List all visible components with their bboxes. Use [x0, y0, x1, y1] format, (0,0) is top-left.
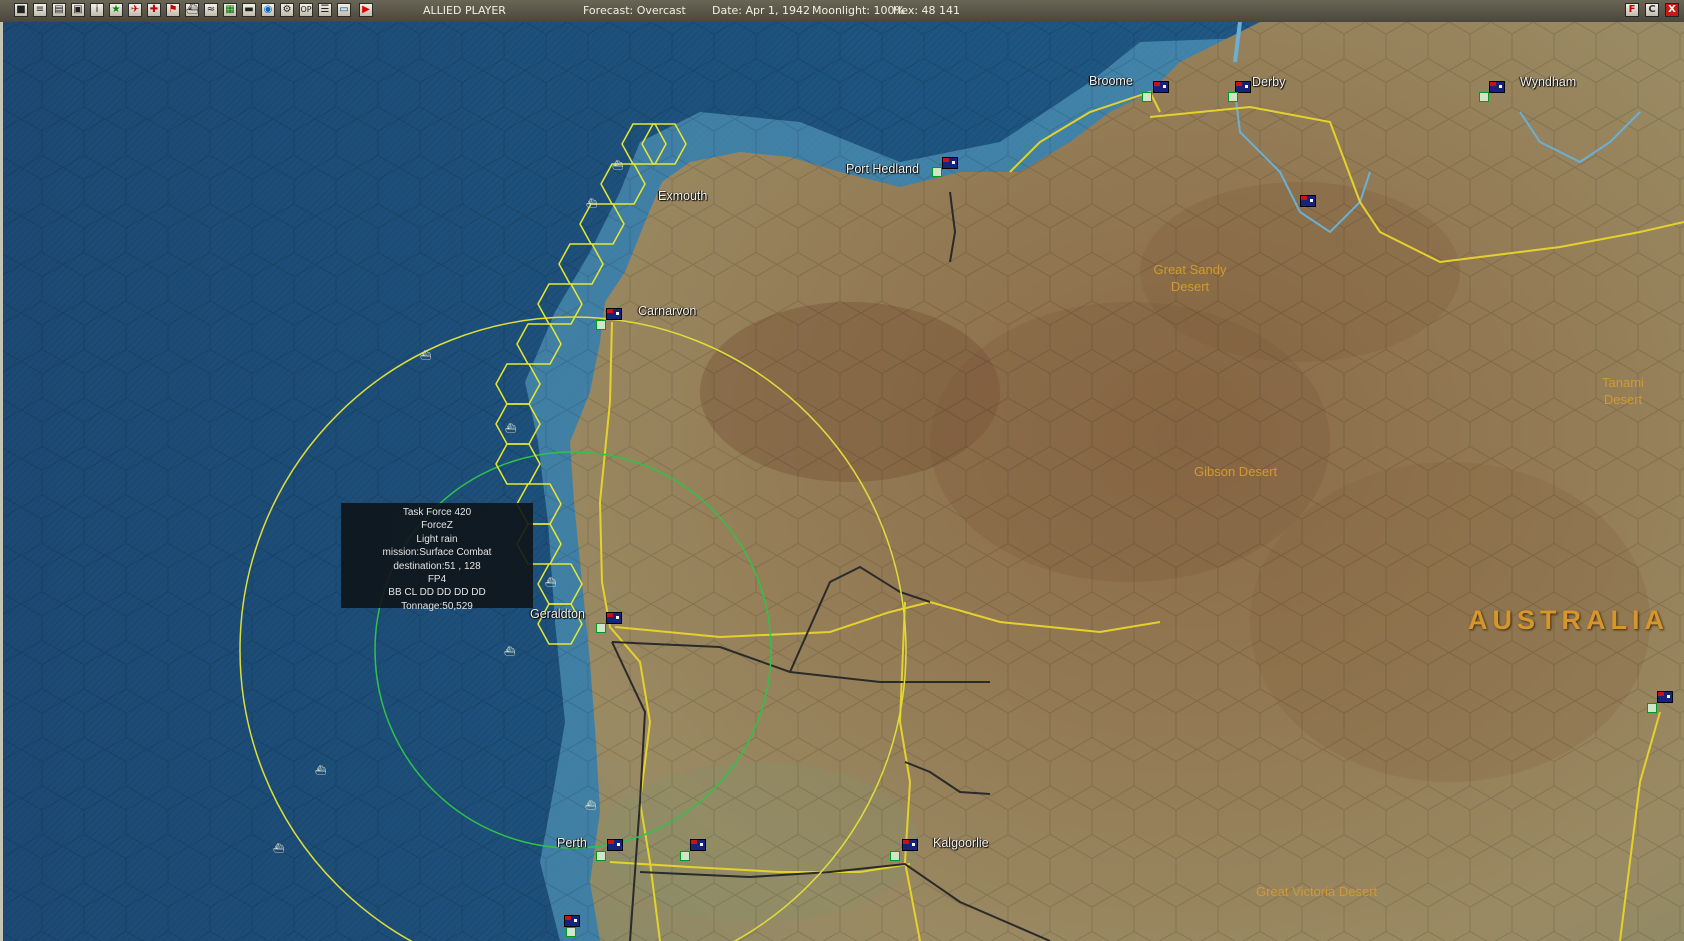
ship-icon[interactable]: ⛴ [315, 767, 326, 776]
city-kalgoorlie[interactable]: Kalgoorlie [933, 836, 989, 850]
base-flag-icon[interactable] [1489, 81, 1505, 93]
base-flag-icon[interactable] [902, 839, 918, 851]
airfield-icon[interactable] [596, 320, 606, 330]
tf-fp: FP4 [427, 573, 447, 585]
city-geraldton[interactable]: Geraldton [530, 607, 585, 621]
region-great-victoria-desert: Great Victoria Desert [1256, 884, 1378, 899]
airfield-icon[interactable] [890, 851, 900, 861]
tf-tonnage: Tonnage:50,529 [401, 600, 473, 612]
airfield-icon[interactable] [596, 623, 606, 633]
end-turn-icon[interactable]: ▶ [359, 3, 373, 17]
city-broome[interactable]: Broome [1089, 74, 1133, 88]
city-perth[interactable]: Perth [557, 836, 587, 850]
ship-icon[interactable]: ⛴ [505, 425, 516, 434]
airfield-icon[interactable] [680, 851, 690, 861]
ship-icon[interactable]: ⛴ [586, 200, 597, 209]
ship-icon[interactable]: ⛴ [273, 845, 284, 854]
city-port-hedland[interactable]: Port Hedland [846, 162, 919, 176]
airfield-icon[interactable] [596, 851, 606, 861]
settings-icon[interactable]: ◉ [261, 3, 275, 17]
airfield-icon[interactable] [566, 927, 576, 937]
base-flag-icon[interactable] [606, 308, 622, 320]
city-carnarvon[interactable]: Carnarvon [638, 304, 696, 318]
base-flag-icon[interactable] [1657, 691, 1673, 703]
globe-icon[interactable]: ▬ [242, 3, 256, 17]
hex-label: Hex: 48 141 [893, 4, 961, 17]
tf-name: ForceZ [421, 520, 453, 532]
ship-icon[interactable]: ⛴ [185, 3, 199, 17]
screen-icon[interactable]: ▭ [337, 3, 351, 17]
tf-mission: mission:Surface Combat [382, 547, 492, 559]
tf-ships: BB CL DD DD DD DD [388, 587, 486, 599]
forecast-label: Forecast: Overcast [583, 4, 686, 17]
ship-icon[interactable]: ⛴ [585, 802, 596, 811]
airfield-icon[interactable] [1228, 92, 1238, 102]
region-great-sandy-desert: Great Sandy Desert [1153, 262, 1227, 294]
info-icon[interactable]: i [90, 3, 104, 17]
tf-weather: Light rain [416, 533, 458, 545]
left-frame-edge [0, 22, 3, 941]
save-icon[interactable]: ■ [14, 3, 28, 17]
task-force-info-panel: Task Force 420 ForceZ Light rain mission… [341, 503, 533, 612]
map-icon[interactable]: ▦ [223, 3, 237, 17]
tf-title: Task Force 420 [402, 507, 472, 518]
print-icon[interactable]: ▣ [71, 3, 85, 17]
flag-icon[interactable]: ⚑ [166, 3, 180, 17]
base-flag-icon[interactable] [606, 612, 622, 624]
center-button[interactable]: C [1645, 3, 1659, 17]
airfield-icon[interactable] [1479, 92, 1489, 102]
city-wyndham[interactable]: Wyndham [1520, 75, 1576, 89]
base-flag-icon[interactable] [942, 157, 958, 169]
airfield-icon[interactable] [932, 167, 942, 177]
city-exmouth[interactable]: Exmouth [658, 189, 707, 203]
tf-destination: destination:51 , 128 [393, 560, 481, 572]
list-icon[interactable]: ▤ [52, 3, 66, 17]
game-map[interactable]: AUSTRALIA Great Sandy Desert Gibson Deser… [0, 22, 1684, 941]
notes-icon[interactable]: ☰ [318, 3, 332, 17]
flag-toggle-button[interactable]: F [1625, 3, 1639, 17]
base-flag-icon[interactable] [607, 839, 623, 851]
ship-icon[interactable]: ⛴ [612, 162, 623, 171]
region-gibson-desert: Gibson Desert [1194, 464, 1278, 479]
tank-icon[interactable]: ≈ [204, 3, 218, 17]
airfield-icon[interactable] [1142, 92, 1152, 102]
ground-unit-icon[interactable]: ✚ [147, 3, 161, 17]
ship-icon[interactable]: ⛴ [504, 648, 515, 657]
map-canvas[interactable] [0, 22, 1684, 941]
oob-icon[interactable]: OP [299, 3, 313, 17]
moonlight-label: Moonlight: 100% [812, 4, 905, 17]
close-button[interactable]: X [1665, 3, 1679, 17]
city-derby[interactable]: Derby [1252, 75, 1285, 89]
base-flag-icon[interactable] [1300, 195, 1316, 207]
country-label: AUSTRALIA [1468, 605, 1669, 635]
top-toolbar: ■ ≡ ▤ ▣ i ★ ✈ ✚ ⚑ ⛴ ≈ ▦ ▬ ◉ ⚙ OP ☰ ▭ ▶ A… [0, 0, 1684, 23]
airfield-icon[interactable] [1647, 703, 1657, 713]
ship-icon[interactable]: ⛴ [420, 352, 431, 361]
base-flag-icon[interactable] [690, 839, 706, 851]
player-label: ALLIED PLAYER [423, 4, 506, 17]
aircraft-icon[interactable]: ✈ [128, 3, 142, 17]
ship-icon[interactable]: ⛴ [545, 579, 556, 588]
date-label: Date: Apr 1, 1942 [712, 4, 811, 17]
star-icon[interactable]: ★ [109, 3, 123, 17]
op-icon[interactable]: ⚙ [280, 3, 294, 17]
base-flag-icon[interactable] [564, 915, 580, 927]
base-flag-icon[interactable] [1153, 81, 1169, 93]
region-tanami-desert: Tanami Desert [1602, 375, 1644, 407]
report-icon[interactable]: ≡ [33, 3, 47, 17]
